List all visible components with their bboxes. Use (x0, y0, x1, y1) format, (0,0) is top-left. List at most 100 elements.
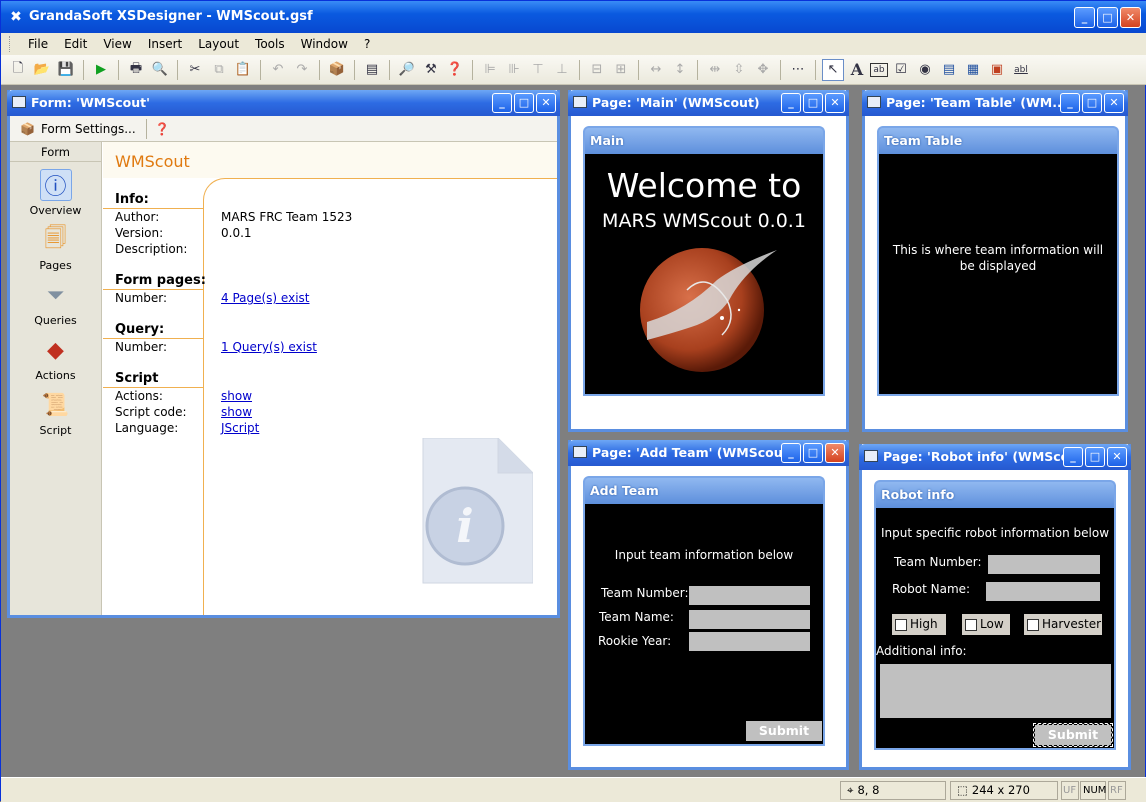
app-icon[interactable]: ✖ (8, 9, 24, 25)
distribute-icon[interactable]: ✥ (752, 59, 774, 81)
open-icon[interactable]: 📂 (31, 59, 53, 81)
page-robot-info-minimize-button[interactable]: _ (1063, 447, 1083, 467)
form-window-titlebar[interactable]: Form: 'WMScout' _ □ ✕ (7, 90, 560, 116)
funnel-icon: ⏷ (46, 282, 65, 308)
team-name-field[interactable] (689, 610, 810, 629)
cut-icon[interactable]: ✂ (184, 59, 206, 81)
menu-view[interactable]: View (95, 37, 139, 51)
team-number-field[interactable] (689, 586, 810, 605)
form-toolbar: 📦 Form Settings... ❓ (10, 116, 557, 142)
center-vertical-icon[interactable]: ⊞ (610, 59, 632, 81)
rookie-year-field[interactable] (689, 632, 810, 651)
page-main-titlebar[interactable]: Page: 'Main' (WMScout) _ □ ✕ (568, 90, 849, 116)
harvester-checkbox[interactable]: Harvester (1024, 614, 1102, 635)
redo-icon[interactable]: ↷ (291, 59, 313, 81)
page-add-team-canvas[interactable]: Add Team Input team information below Te… (583, 476, 825, 746)
space-horizontal-icon[interactable]: ⇹ (704, 59, 726, 81)
page-add-team-minimize-button[interactable]: _ (781, 443, 801, 463)
checkbox-tool-icon[interactable]: ☑ (890, 59, 912, 81)
listbox-tool-icon[interactable]: ▤ (938, 59, 960, 81)
form-close-button[interactable]: ✕ (536, 93, 556, 113)
grid-icon[interactable]: ⋯ (787, 59, 809, 81)
page-main-maximize-button[interactable]: □ (803, 93, 823, 113)
new-icon[interactable]: 🗋 (7, 59, 29, 81)
menu-grip[interactable] (9, 36, 12, 52)
robot-name-field[interactable] (986, 582, 1100, 601)
align-right-icon[interactable]: ⊪ (503, 59, 525, 81)
image-tool-icon[interactable]: ▣ (986, 59, 1008, 81)
align-top-icon[interactable]: ⊤ (527, 59, 549, 81)
page-robot-info-titlebar[interactable]: Page: 'Robot info' (WMSco... _ □ ✕ (859, 444, 1131, 470)
space-vertical-icon[interactable]: ⇳ (728, 59, 750, 81)
label-tool-icon[interactable]: A (846, 59, 868, 81)
help-icon[interactable]: ❓ (444, 59, 466, 81)
page-robot-info-close-button[interactable]: ✕ (1107, 447, 1127, 467)
form-settings-button[interactable]: 📦 Form Settings... (20, 122, 136, 136)
page-main-canvas[interactable]: Main Welcome to MARS WMScout 0.0.1 (583, 126, 825, 396)
sidebar-item-queries[interactable]: ⏷ Queries (10, 272, 101, 328)
robot-info-submit-button[interactable]: Submit (1033, 723, 1113, 747)
sidebar-item-actions[interactable]: ◆ Actions (10, 327, 101, 383)
textbox-tool-icon[interactable]: ab (870, 62, 888, 77)
page-team-table-canvas[interactable]: Team Table This is where team informatio… (877, 126, 1119, 396)
menu-layout[interactable]: Layout (190, 37, 247, 51)
sidebar-item-pages[interactable]: 🗐 Pages (10, 217, 101, 272)
additional-info-textarea[interactable] (880, 664, 1111, 718)
actions-show-link[interactable]: show (221, 389, 252, 403)
paste-icon[interactable]: 📋 (232, 59, 254, 81)
same-width-icon[interactable]: ↔ (645, 59, 667, 81)
robot-team-number-field[interactable] (988, 555, 1100, 574)
save-icon[interactable]: 💾 (55, 59, 77, 81)
form-minimize-button[interactable]: _ (492, 93, 512, 113)
form-settings-icon[interactable]: 📦 (326, 59, 348, 81)
page-team-table-close-button[interactable]: ✕ (1104, 93, 1124, 113)
radio-tool-icon[interactable]: ◉ (914, 59, 936, 81)
find-icon[interactable]: 🔎 (396, 59, 418, 81)
query-link[interactable]: 1 Query(s) exist (221, 340, 317, 354)
tools-icon[interactable]: ⚒ (420, 59, 442, 81)
maximize-button[interactable]: □ (1097, 7, 1118, 28)
grid-tool-icon[interactable]: ▦ (962, 59, 984, 81)
page-team-table-titlebar[interactable]: Page: 'Team Table' (WM... _ □ ✕ (862, 90, 1128, 116)
form-help-icon[interactable]: ❓ (155, 122, 170, 136)
same-height-icon[interactable]: ↕ (669, 59, 691, 81)
run-icon[interactable]: ▶ (90, 59, 112, 81)
print-icon[interactable]: 🖶 (125, 59, 147, 81)
page-team-table-minimize-button[interactable]: _ (1060, 93, 1080, 113)
menu-tools[interactable]: Tools (247, 37, 293, 51)
page-robot-info-canvas[interactable]: Robot info Input specific robot informat… (874, 480, 1116, 750)
sidebar-item-script[interactable]: 📜 Script (10, 382, 101, 438)
menu-edit[interactable]: Edit (56, 37, 95, 51)
print-preview-icon[interactable]: 🔍 (149, 59, 171, 81)
pages-link[interactable]: 4 Page(s) exist (221, 291, 310, 305)
title-bar[interactable]: ✖ GrandaSoft XSDesigner - WMScout.gsf _ … (1, 1, 1146, 33)
minimize-button[interactable]: _ (1074, 7, 1095, 28)
language-link[interactable]: JScript (221, 421, 259, 435)
page-add-team-maximize-button[interactable]: □ (803, 443, 823, 463)
undo-icon[interactable]: ↶ (267, 59, 289, 81)
add-team-submit-button[interactable]: Submit (746, 721, 822, 741)
menu-help[interactable]: ? (356, 37, 378, 51)
sidebar-item-overview[interactable]: ⓘ Overview (10, 162, 101, 217)
close-button[interactable]: ✕ (1120, 7, 1141, 28)
menu-file[interactable]: File (20, 37, 56, 51)
align-left-icon[interactable]: ⊫ (479, 59, 501, 81)
page-team-table-maximize-button[interactable]: □ (1082, 93, 1102, 113)
button-tool-icon[interactable]: abl (1010, 59, 1032, 81)
copy-icon[interactable]: ⧉ (208, 59, 230, 81)
page-add-team-titlebar[interactable]: Page: 'Add Team' (WMScout) _ □ ✕ (568, 440, 849, 466)
form-maximize-button[interactable]: □ (514, 93, 534, 113)
page-robot-info-maximize-button[interactable]: □ (1085, 447, 1105, 467)
properties-icon[interactable]: ▤ (361, 59, 383, 81)
center-horizontal-icon[interactable]: ⊟ (586, 59, 608, 81)
page-main-close-button[interactable]: ✕ (825, 93, 845, 113)
low-checkbox[interactable]: Low (962, 614, 1010, 635)
menu-insert[interactable]: Insert (140, 37, 190, 51)
script-code-show-link[interactable]: show (221, 405, 252, 419)
page-add-team-close-button[interactable]: ✕ (825, 443, 845, 463)
menu-window[interactable]: Window (293, 37, 356, 51)
pointer-tool-icon[interactable]: ↖ (822, 58, 844, 81)
align-bottom-icon[interactable]: ⊥ (551, 59, 573, 81)
page-main-minimize-button[interactable]: _ (781, 93, 801, 113)
high-checkbox[interactable]: High (892, 614, 946, 635)
